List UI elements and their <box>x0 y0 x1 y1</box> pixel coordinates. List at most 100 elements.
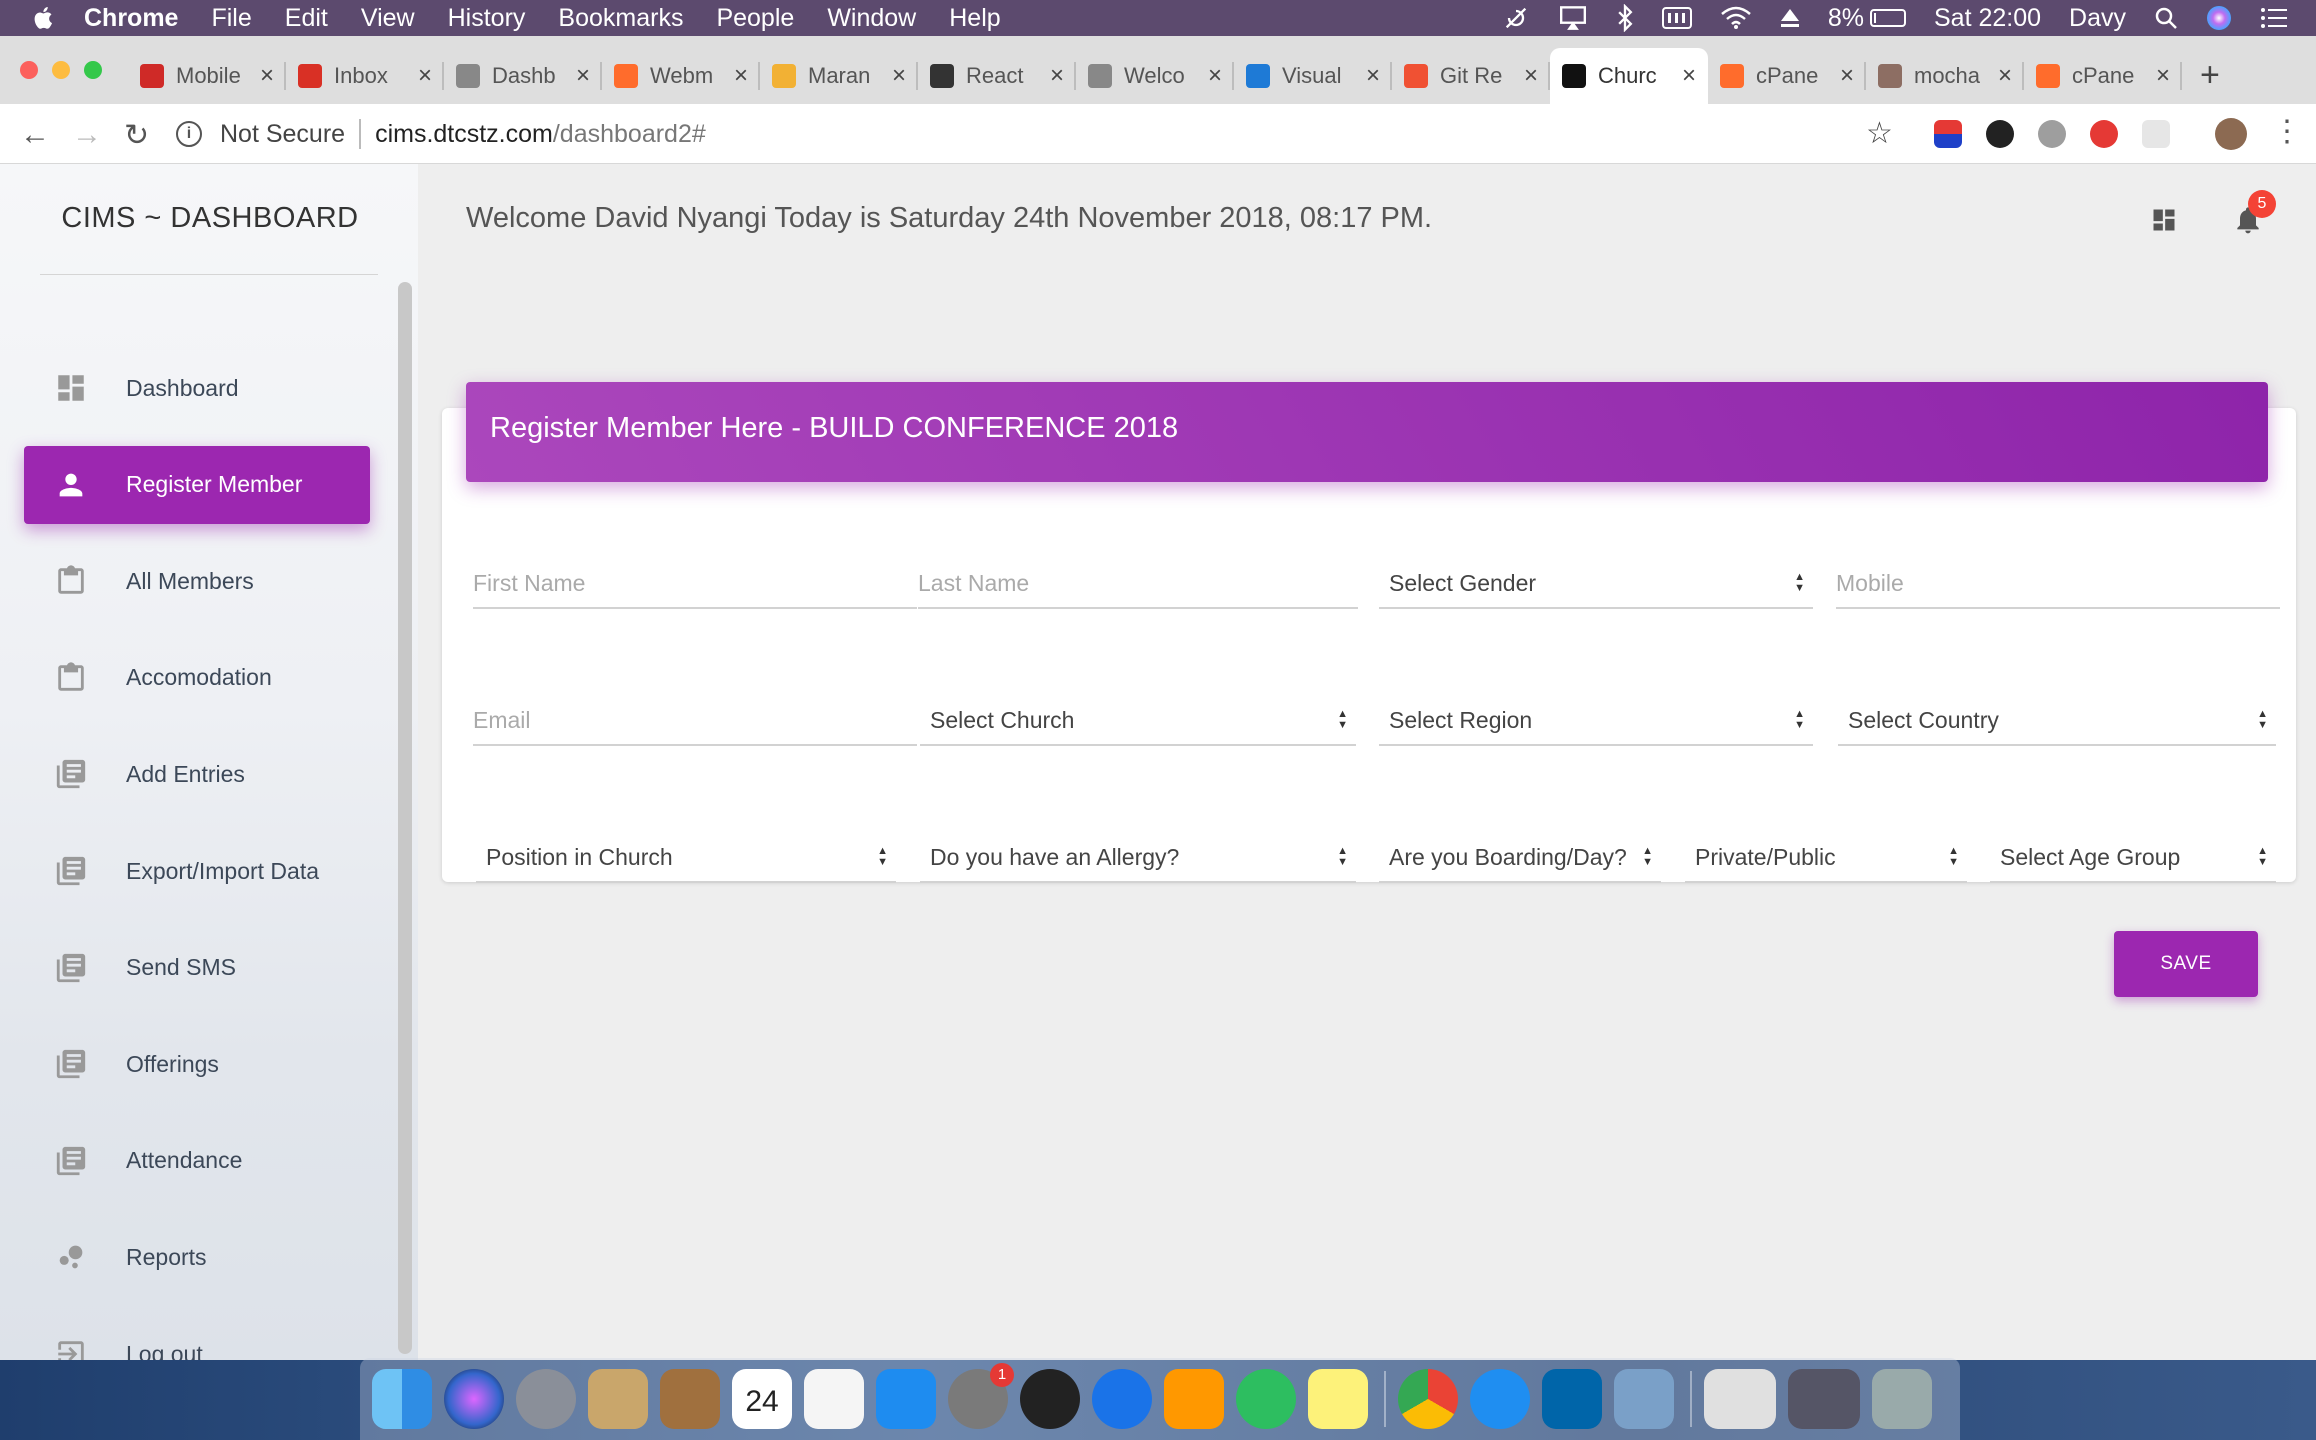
allergy-select[interactable]: Do you have an Allergy? ▲ ▼ <box>920 833 1356 883</box>
browser-tab[interactable]: Visual × <box>1234 48 1392 104</box>
first-name-input[interactable]: First Name <box>473 559 917 609</box>
age-group-select[interactable]: Select Age Group ▲ ▼ <box>1990 833 2276 883</box>
siri-icon[interactable] <box>2206 5 2232 31</box>
save-button[interactable]: SAVE <box>2114 931 2258 997</box>
bookmark-star-icon[interactable]: ☆ <box>1866 116 1893 151</box>
region-select[interactable]: Select Region ▲ ▼ <box>1379 696 1813 746</box>
notification-center-icon[interactable] <box>2260 7 2288 29</box>
extension-icon-1[interactable] <box>1934 120 1962 148</box>
teamviewer-icon[interactable] <box>1092 1369 1152 1429</box>
safari-icon[interactable] <box>1470 1369 1530 1429</box>
sidebar-brand[interactable]: CIMS ~ DASHBOARD <box>40 202 380 235</box>
sidebar-item-accomodation[interactable]: Accomodation <box>24 639 370 717</box>
forward-arrow-icon[interactable]: → <box>72 118 102 152</box>
sidebar-item-register-member[interactable]: Register Member <box>24 445 370 524</box>
country-select[interactable]: Select Country ▲ ▼ <box>1838 696 2276 746</box>
menu-edit[interactable]: Edit <box>285 4 328 33</box>
tab-close-icon[interactable]: × <box>1998 62 2012 90</box>
battery-indicator[interactable]: 8% <box>1828 4 1906 33</box>
extension-icon-4[interactable] <box>2090 120 2118 148</box>
last-name-input[interactable]: Last Name <box>918 559 1358 609</box>
app-store-icon[interactable] <box>876 1369 936 1429</box>
tab-close-icon[interactable]: × <box>260 62 274 90</box>
browser-tab[interactable]: mocha × <box>1866 48 2024 104</box>
sidebar-item-dashboard[interactable]: Dashboard <box>24 349 370 427</box>
private-public-select[interactable]: Private/Public ▲ ▼ <box>1685 833 1967 883</box>
back-arrow-icon[interactable]: ← <box>20 118 50 152</box>
menu-people[interactable]: People <box>716 4 794 33</box>
tab-close-icon[interactable]: × <box>576 62 590 90</box>
sublime-text-icon[interactable] <box>1164 1369 1224 1429</box>
extension-icon-5[interactable] <box>2142 120 2170 148</box>
airplay-icon[interactable] <box>1558 5 1588 31</box>
menu-history[interactable]: History <box>448 4 526 33</box>
tab-close-icon[interactable]: × <box>2156 62 2170 90</box>
vscode-icon[interactable] <box>1542 1369 1602 1429</box>
calendar-icon[interactable]: 24 <box>732 1369 792 1429</box>
profile-avatar[interactable] <box>2215 118 2247 150</box>
bluetooth-icon[interactable] <box>1616 4 1634 32</box>
sidebar-item-send-sms[interactable]: Send SMS <box>24 929 370 1007</box>
browser-tab[interactable]: Git Re × <box>1392 48 1550 104</box>
sidebar-item-add-entries[interactable]: Add Entries <box>24 735 370 813</box>
tab-close-icon[interactable]: × <box>1366 62 1380 90</box>
stickies-icon[interactable] <box>1308 1369 1368 1429</box>
sidebar-item-offerings[interactable]: Offerings <box>24 1025 370 1103</box>
tab-close-icon[interactable]: × <box>1682 62 1696 90</box>
tab-close-icon[interactable]: × <box>1840 62 1854 90</box>
boarding-select[interactable]: Are you Boarding/Day? ▲ ▼ <box>1379 833 1661 883</box>
browser-tab[interactable]: Inbox × <box>286 48 444 104</box>
address-bar[interactable]: i Not Secure cims.dtcstz.com /dashboard2… <box>176 114 1866 154</box>
browser-tab[interactable]: React × <box>918 48 1076 104</box>
tab-close-icon[interactable]: × <box>892 62 906 90</box>
image-capture-icon[interactable] <box>1614 1369 1674 1429</box>
browser-tab[interactable]: Webm × <box>602 48 760 104</box>
eject-icon[interactable] <box>1780 7 1800 29</box>
sidebar-item-all-members[interactable]: All Members <box>24 542 370 620</box>
sidebar-item-reports[interactable]: Reports <box>24 1218 370 1296</box>
new-tab-button[interactable]: + <box>2200 56 2220 95</box>
church-select[interactable]: Select Church ▲ ▼ <box>920 696 1356 746</box>
launchpad-icon[interactable] <box>516 1369 576 1429</box>
tab-close-icon[interactable]: × <box>1050 62 1064 90</box>
info-icon[interactable]: i <box>176 121 202 147</box>
browser-tab[interactable]: Mobile × <box>128 48 286 104</box>
gender-select[interactable]: Select Gender ▲ ▼ <box>1379 559 1813 609</box>
menu-help[interactable]: Help <box>949 4 1000 33</box>
security-label[interactable]: Not Secure <box>220 120 345 149</box>
browser-tab[interactable]: cPane × <box>1708 48 1866 104</box>
finder-icon[interactable] <box>372 1369 432 1429</box>
trash-icon[interactable] <box>1872 1369 1932 1429</box>
menu-app-chrome[interactable]: Chrome <box>84 4 178 33</box>
browser-tab[interactable]: cPane × <box>2024 48 2182 104</box>
chrome-menu-icon[interactable]: ⋮ <box>2272 114 2302 149</box>
wifi-icon[interactable] <box>1720 6 1752 30</box>
system-preferences-icon[interactable]: 1 <box>948 1363 1014 1429</box>
browser-tab[interactable]: Churc × <box>1550 48 1708 104</box>
window-zoom-button[interactable] <box>84 61 102 79</box>
menu-file[interactable]: File <box>211 4 251 33</box>
tab-close-icon[interactable]: × <box>1524 62 1538 90</box>
eject-fan-icon[interactable] <box>1502 4 1530 32</box>
browser-tab[interactable]: Welco × <box>1076 48 1234 104</box>
siri-dock-icon[interactable] <box>444 1369 504 1429</box>
tab-close-icon[interactable]: × <box>418 62 432 90</box>
tab-close-icon[interactable]: × <box>1208 62 1222 90</box>
lynda-icon[interactable] <box>1020 1369 1080 1429</box>
preview-icon[interactable] <box>588 1369 648 1429</box>
window-minimize-button[interactable] <box>52 61 70 79</box>
menu-window[interactable]: Window <box>827 4 916 33</box>
extension-icon-3[interactable] <box>2038 120 2066 148</box>
window-close-button[interactable] <box>20 61 38 79</box>
sidebar-item-attendance[interactable]: Attendance <box>24 1122 370 1200</box>
menu-user[interactable]: Davy <box>2069 4 2126 33</box>
menu-view[interactable]: View <box>361 4 415 33</box>
apple-icon[interactable] <box>30 4 58 32</box>
dashboard-grid-icon[interactable] <box>2150 206 2178 234</box>
mobile-input[interactable]: Mobile <box>1836 559 2280 609</box>
sidebar-item-export-import-data[interactable]: Export/Import Data <box>24 832 370 910</box>
minimized-window-1[interactable] <box>1704 1369 1776 1429</box>
chrome-icon[interactable] <box>1398 1369 1458 1429</box>
reload-icon[interactable]: ↻ <box>124 118 149 153</box>
browser-tab[interactable]: Dashb × <box>444 48 602 104</box>
